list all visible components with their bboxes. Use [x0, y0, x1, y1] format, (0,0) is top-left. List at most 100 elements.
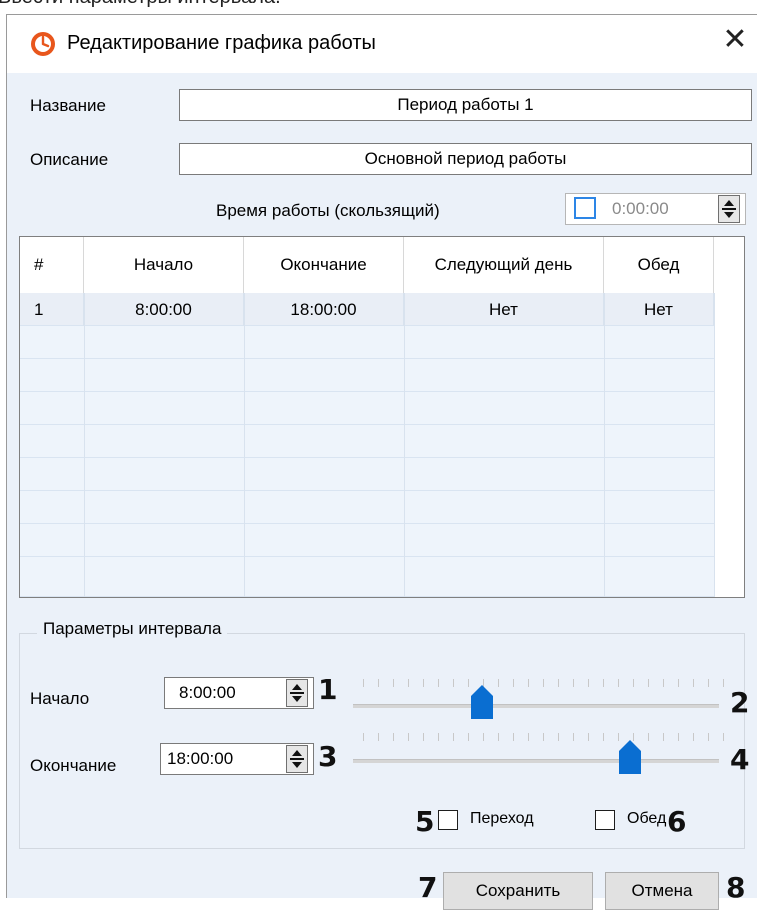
end-time-spinner[interactable]: [286, 745, 308, 773]
slider-tick: [693, 733, 694, 741]
description-input[interactable]: Основной период работы: [179, 143, 752, 175]
slider-tick: [513, 733, 514, 741]
empty-row: [20, 359, 714, 392]
callout-6: 6: [667, 805, 687, 838]
end-time-field[interactable]: 18:00:00: [160, 743, 314, 775]
work-time-spinner[interactable]: [718, 195, 740, 223]
end-label: Окончание: [30, 756, 117, 775]
work-time-checkbox[interactable]: [574, 197, 596, 219]
cell-next-day: Нет: [404, 293, 604, 326]
slider-tick: [438, 679, 439, 687]
spinner-down-icon[interactable]: [292, 696, 302, 702]
slider-tick: [393, 679, 394, 687]
start-slider-thumb[interactable]: [471, 685, 493, 719]
slider-tick: [648, 733, 649, 741]
slider-tick: [483, 733, 484, 741]
grid-line: [714, 293, 715, 597]
callout-3: 3: [318, 740, 338, 773]
slider-tick: [498, 733, 499, 741]
slider-tick: [378, 733, 379, 741]
slider-tick: [528, 679, 529, 687]
empty-row: [20, 425, 714, 458]
slider-tick: [708, 679, 709, 687]
slider-tick: [543, 679, 544, 687]
slider-tick: [633, 679, 634, 687]
save-button[interactable]: Сохранить: [443, 872, 593, 910]
dialog-client-area: Название Период работы 1 Описание Основн…: [7, 73, 757, 910]
close-icon[interactable]: ✕: [717, 23, 753, 59]
slider-tick: [558, 733, 559, 741]
slider-tick: [453, 679, 454, 687]
cell-end: 18:00:00: [244, 293, 404, 326]
spinner-up-icon[interactable]: [292, 750, 302, 756]
slider-tick: [678, 733, 679, 741]
dialog-window: Редактирование графика работы ✕ Название…: [6, 14, 757, 910]
slider-tick: [678, 679, 679, 687]
empty-row: [20, 392, 714, 425]
spinner-down-icon[interactable]: [292, 762, 302, 768]
table-row[interactable]: 1 8:00:00 18:00:00 Нет Нет: [20, 293, 714, 326]
spinner-divider: [290, 692, 304, 694]
start-time-field[interactable]: 8:00:00: [164, 677, 314, 709]
cell-start: 8:00:00: [84, 293, 244, 326]
name-label: Название: [30, 96, 106, 115]
slider-tick: [543, 733, 544, 741]
slider-tick: [588, 679, 589, 687]
callout-1: 1: [318, 673, 338, 706]
slider-tick: [558, 679, 559, 687]
slider-tick: [573, 733, 574, 741]
spinner-up-icon[interactable]: [292, 684, 302, 690]
slider-tick: [723, 679, 724, 687]
empty-row: [20, 491, 714, 524]
slider-tick: [603, 679, 604, 687]
grid-line: [84, 293, 85, 597]
callout-8: 8: [726, 871, 746, 904]
slider-tick: [663, 679, 664, 687]
table-header: # Начало Окончание Следующий день Обед: [20, 237, 744, 293]
empty-row: [20, 557, 714, 597]
column-header-next-day[interactable]: Следующий день: [404, 237, 604, 293]
page-caption: Ввести параметры интервала.: [0, 0, 281, 9]
slider-tick: [588, 733, 589, 741]
empty-row: [20, 326, 714, 359]
intervals-table[interactable]: # Начало Окончание Следующий день Обед 1…: [19, 236, 745, 598]
callout-7: 7: [418, 871, 438, 904]
cancel-button[interactable]: Отмена: [605, 872, 719, 910]
slider-tick: [723, 733, 724, 741]
slider-tick: [648, 679, 649, 687]
window-title: Редактирование графика работы: [67, 32, 376, 54]
transition-checkbox[interactable]: [438, 810, 458, 830]
spinner-divider: [290, 758, 304, 760]
slider-tick: [468, 679, 469, 687]
slider-tick: [663, 733, 664, 741]
slider-tick: [408, 679, 409, 687]
work-time-label: Время работы (скользящий): [216, 201, 440, 220]
end-slider-thumb[interactable]: [619, 740, 641, 774]
spinner-divider: [722, 208, 736, 210]
interval-params-title: Параметры интервала: [37, 619, 228, 639]
slider-tick: [378, 679, 379, 687]
slider-tick: [468, 733, 469, 741]
column-header-lunch[interactable]: Обед: [604, 237, 714, 293]
slider-tick: [618, 679, 619, 687]
slider-tick: [513, 679, 514, 687]
start-time-spinner[interactable]: [286, 679, 308, 707]
spinner-down-icon[interactable]: [724, 212, 734, 218]
title-bar: Редактирование графика работы ✕: [7, 15, 757, 73]
lunch-label: Обед: [627, 810, 667, 827]
column-header-number[interactable]: #: [20, 237, 84, 293]
end-slider-track[interactable]: [353, 759, 719, 763]
slider-tick: [363, 733, 364, 741]
spinner-up-icon[interactable]: [724, 200, 734, 206]
name-input[interactable]: Период работы 1: [179, 89, 752, 121]
clock-app-icon: [31, 32, 55, 56]
lunch-checkbox[interactable]: [595, 810, 615, 830]
column-header-start[interactable]: Начало: [84, 237, 244, 293]
slider-tick: [438, 733, 439, 741]
column-header-end[interactable]: Окончание: [244, 237, 404, 293]
start-slider-ticks: [363, 679, 724, 687]
slider-tick: [408, 733, 409, 741]
work-time-field[interactable]: 0:00:00: [565, 193, 746, 225]
work-time-value: 0:00:00: [612, 199, 669, 218]
start-slider-track[interactable]: [353, 704, 719, 708]
